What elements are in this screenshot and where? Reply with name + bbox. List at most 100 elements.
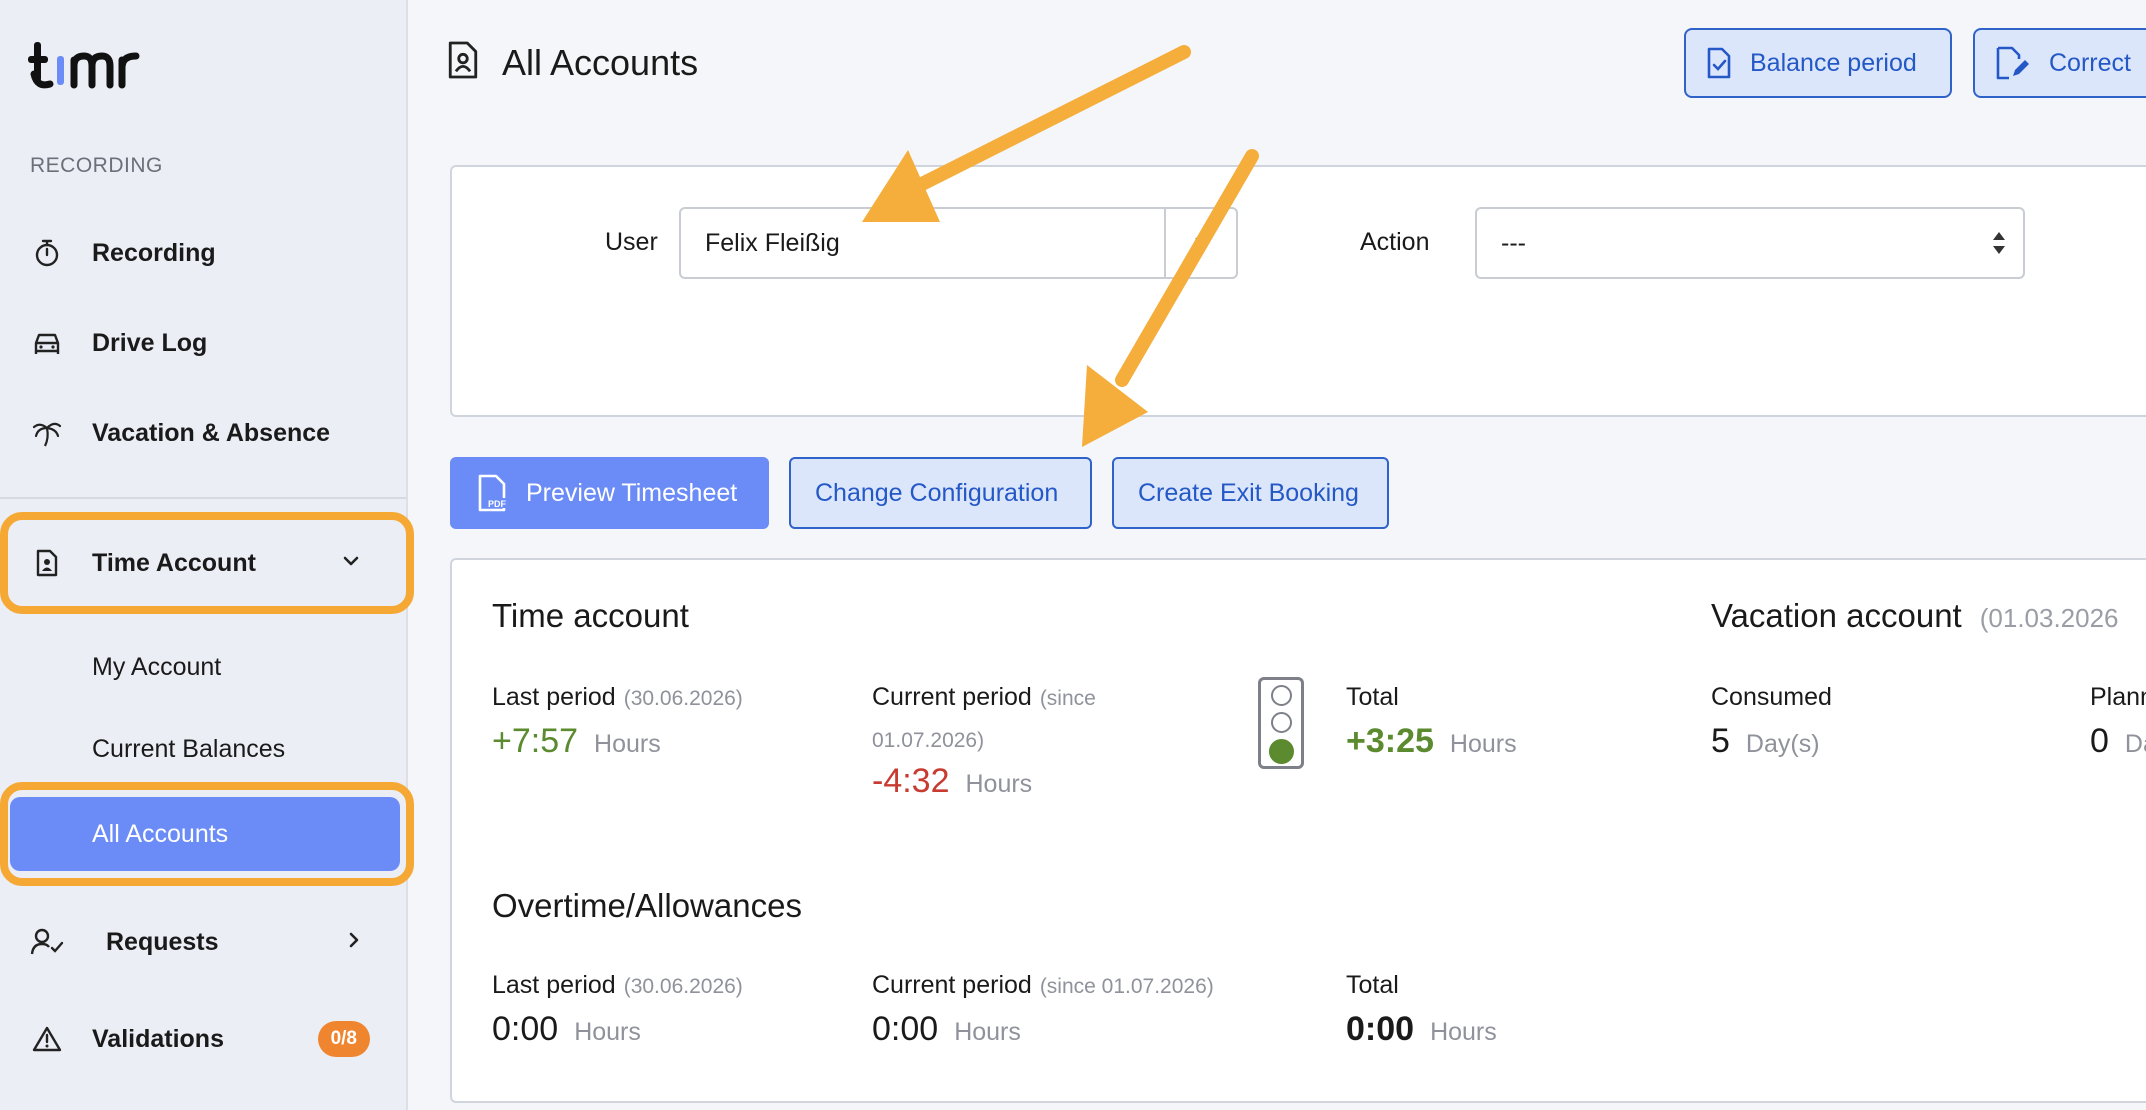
overtime-title: Overtime/Allowances: [492, 887, 802, 924]
sidebar-item-label: Requests: [106, 927, 219, 956]
sidebar-subitem-my-account[interactable]: My Account: [10, 630, 400, 704]
overtime-heading: Overtime/Allowances: [492, 887, 802, 925]
ot-last-period-value: 0:00 Hours: [492, 1010, 641, 1049]
correct-button[interactable]: Correct: [1973, 28, 2146, 98]
value-number: 0:00: [1346, 1010, 1415, 1048]
label-text: Current period: [872, 971, 1032, 999]
traffic-light-off: [1271, 712, 1292, 733]
ot-current-period-label: Current period (since 01.07.2026): [872, 965, 1214, 1007]
button-label: Change Configuration: [815, 478, 1059, 507]
sidebar-item-validations[interactable]: Validations 0/8: [10, 1004, 398, 1074]
label-text: Last period: [492, 683, 616, 711]
sub-item-label: Current Balances: [92, 734, 286, 763]
sidebar-item-requests[interactable]: Requests: [10, 907, 398, 977]
ot-last-period-label: Last period (30.06.2026): [492, 965, 743, 1007]
time-account-title: Time account: [492, 597, 689, 634]
clear-user-button[interactable]: ×: [1164, 209, 1236, 277]
account-card: [450, 558, 2146, 1103]
palm-tree-icon: [30, 416, 64, 450]
filter-card: [450, 165, 2146, 417]
planned-label: Plann: [2090, 683, 2146, 711]
last-period-value: +7:57 Hours: [492, 722, 661, 761]
page-header: All Accounts: [446, 40, 698, 85]
button-label: Balance period: [1750, 48, 1917, 77]
change-configuration-button[interactable]: Change Configuration: [789, 457, 1092, 529]
label-text: Current period: [872, 683, 1032, 711]
value-number: 5: [1711, 722, 1730, 760]
sidebar-item-vacation-absence[interactable]: Vacation & Absence: [10, 398, 398, 468]
current-period-value: -4:32 Hours: [872, 762, 1032, 801]
time-account-heading: Time account: [492, 597, 689, 635]
validations-count-badge: 0/8: [317, 1021, 370, 1057]
timr-logo[interactable]: timr: [28, 36, 158, 92]
ot-total-value: 0:00 Hours: [1346, 1010, 1497, 1049]
value-number: -4:32: [872, 762, 950, 800]
traffic-light-off: [1271, 685, 1292, 706]
ot-current-period-value: 0:00 Hours: [872, 1010, 1021, 1049]
sidebar-item-recording[interactable]: Recording: [10, 218, 398, 288]
value-unit: Hours: [965, 770, 1033, 798]
user-value: Felix Fleißig: [705, 228, 840, 257]
sidebar-item-label: Validations: [92, 1024, 224, 1053]
pdf-icon: PDF: [476, 474, 510, 512]
consumed-label: Consumed: [1711, 683, 1832, 711]
person-check-icon: [30, 925, 64, 959]
value-number: 0:00: [872, 1010, 939, 1048]
sidebar-item-drive-log[interactable]: Drive Log: [10, 308, 398, 378]
sidebar-item-label: Vacation & Absence: [92, 418, 331, 447]
vacation-account-date: (01.03.2026: [1979, 603, 2119, 633]
sidebar-item-label: Drive Log: [92, 328, 208, 357]
label-note: (since 01.07.2026): [1039, 975, 1214, 998]
total-label: Total: [1346, 683, 1399, 711]
button-label: Preview Timesheet: [526, 478, 738, 507]
chevron-right-icon[interactable]: [348, 931, 360, 954]
last-period-label: Last period (30.06.2026): [492, 677, 743, 719]
select-arrows-icon: [1991, 229, 2007, 264]
highlight-all-accounts: [0, 782, 414, 886]
traffic-light-icon: [1258, 677, 1304, 769]
sidebar: timr RECORDING Recording Drive Log Vacat…: [0, 0, 414, 1110]
label-text: Last period: [492, 971, 616, 999]
file-edit-icon: [1995, 46, 2031, 80]
label-note: (30.06.2026): [623, 975, 743, 998]
value-unit: Da: [2124, 730, 2146, 758]
highlight-time-account: [0, 512, 414, 614]
sidebar-item-label: Recording: [92, 238, 216, 267]
create-exit-booking-button[interactable]: Create Exit Booking: [1112, 457, 1389, 529]
svg-text:PDF: PDF: [488, 499, 507, 509]
label-note: 01.07.2026): [872, 729, 985, 752]
user-label: User: [605, 228, 658, 256]
value-number: 0:00: [492, 1010, 559, 1048]
sidebar-divider: [0, 497, 406, 499]
action-label: Action: [1360, 228, 1430, 256]
balance-period-button[interactable]: Balance period: [1684, 28, 1952, 98]
car-icon: [30, 326, 64, 360]
value-number: +7:57: [492, 722, 579, 760]
consumed-value: 5 Day(s): [1711, 722, 1820, 761]
person-file-icon: [446, 40, 480, 85]
vacation-account-heading: Vacation account (01.03.2026: [1711, 597, 2119, 635]
value-unit: Hours: [574, 1018, 641, 1046]
traffic-light-green: [1269, 739, 1294, 764]
value-number: 0: [2090, 722, 2109, 760]
planned-value: 0 Da: [2090, 722, 2146, 761]
warning-icon: [30, 1022, 64, 1056]
value-unit: Hours: [954, 1018, 1021, 1046]
value-unit: Day(s): [1745, 730, 1820, 758]
value-unit: Hours: [1430, 1018, 1497, 1046]
user-select-input[interactable]: Felix Fleißig ×: [679, 207, 1238, 279]
action-select[interactable]: ---: [1475, 207, 2025, 279]
button-label: Correct: [2049, 48, 2131, 77]
value-number: +3:25: [1346, 722, 1434, 760]
sidebar-subitem-current-balances[interactable]: Current Balances: [10, 712, 400, 786]
value-unit: Hours: [594, 730, 661, 758]
action-value: ---: [1501, 228, 1526, 257]
section-label-recording: RECORDING: [30, 154, 163, 177]
button-label: Create Exit Booking: [1138, 478, 1359, 507]
preview-timesheet-button[interactable]: PDF Preview Timesheet: [450, 457, 769, 529]
label-note: (30.06.2026): [623, 687, 743, 710]
ot-total-label: Total: [1346, 971, 1399, 999]
label-note: (since: [1039, 687, 1096, 710]
stopwatch-icon: [30, 236, 64, 270]
value-unit: Hours: [1449, 730, 1517, 758]
